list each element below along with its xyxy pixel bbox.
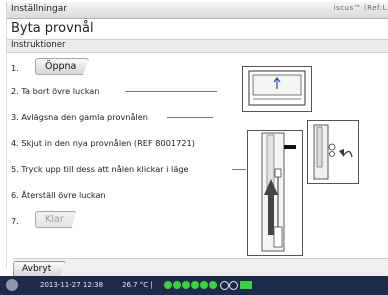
step-3-leader xyxy=(167,117,213,118)
window-title: Inställningar xyxy=(11,4,67,14)
remove-needle-drawing xyxy=(313,124,353,180)
step-7-number: 7. xyxy=(11,216,19,226)
status-indicator-icon xyxy=(200,281,208,289)
status-datetime: 2013-11-27 12:38 xyxy=(40,281,104,289)
step-5-leader xyxy=(232,169,246,170)
battery-icon xyxy=(240,281,252,289)
insert-needle-illustration xyxy=(247,130,303,256)
step-6-text: 6. Återställ övre luckan xyxy=(11,190,106,200)
status-indicator-icon xyxy=(173,281,181,289)
step-3-text: 3. Avlägsna den gamla provnålen xyxy=(11,112,148,122)
step-1-number: 1. xyxy=(11,63,19,73)
status-indicator-icon xyxy=(209,281,217,289)
cover-illustration xyxy=(242,66,312,112)
window-titlebar: Inställningar iscus™ (Ref:L xyxy=(7,2,388,19)
step-5-text: 5. Tryck upp till dess att nålen klickar… xyxy=(11,164,189,174)
step-2-text: 2. Ta bort övre luckan xyxy=(11,86,100,96)
brand-label: iscus™ (Ref:L xyxy=(333,4,387,12)
instructions-label: Instruktioner xyxy=(11,40,66,50)
status-indicator-icon xyxy=(182,281,190,289)
status-temperature: 26.7 °C | xyxy=(122,281,153,289)
cover-drawing xyxy=(248,70,306,106)
app-logo-icon xyxy=(6,279,18,291)
step-2-leader xyxy=(125,91,217,92)
status-indicator-icon xyxy=(229,281,238,290)
status-indicator-icon xyxy=(220,281,229,290)
insert-needle-drawing xyxy=(261,132,296,252)
cancel-button[interactable]: Avbryt xyxy=(13,261,67,277)
status-indicator-icon xyxy=(191,281,199,289)
step-4-text: 4. Skjut in den nya provnålen (REF 80017… xyxy=(11,138,195,148)
app-frame: Inställningar iscus™ (Ref:L Byta provnål… xyxy=(6,2,388,279)
open-button[interactable]: Öppna xyxy=(35,58,90,75)
remove-needle-illustration xyxy=(307,120,359,184)
instructions-header: Instruktioner xyxy=(7,39,388,53)
page-title: Byta provnål xyxy=(11,21,94,36)
done-button[interactable]: Klar xyxy=(35,211,77,228)
status-indicator-icon xyxy=(164,281,172,289)
status-bar: 2013-11-27 12:38 26.7 °C | xyxy=(0,276,388,295)
